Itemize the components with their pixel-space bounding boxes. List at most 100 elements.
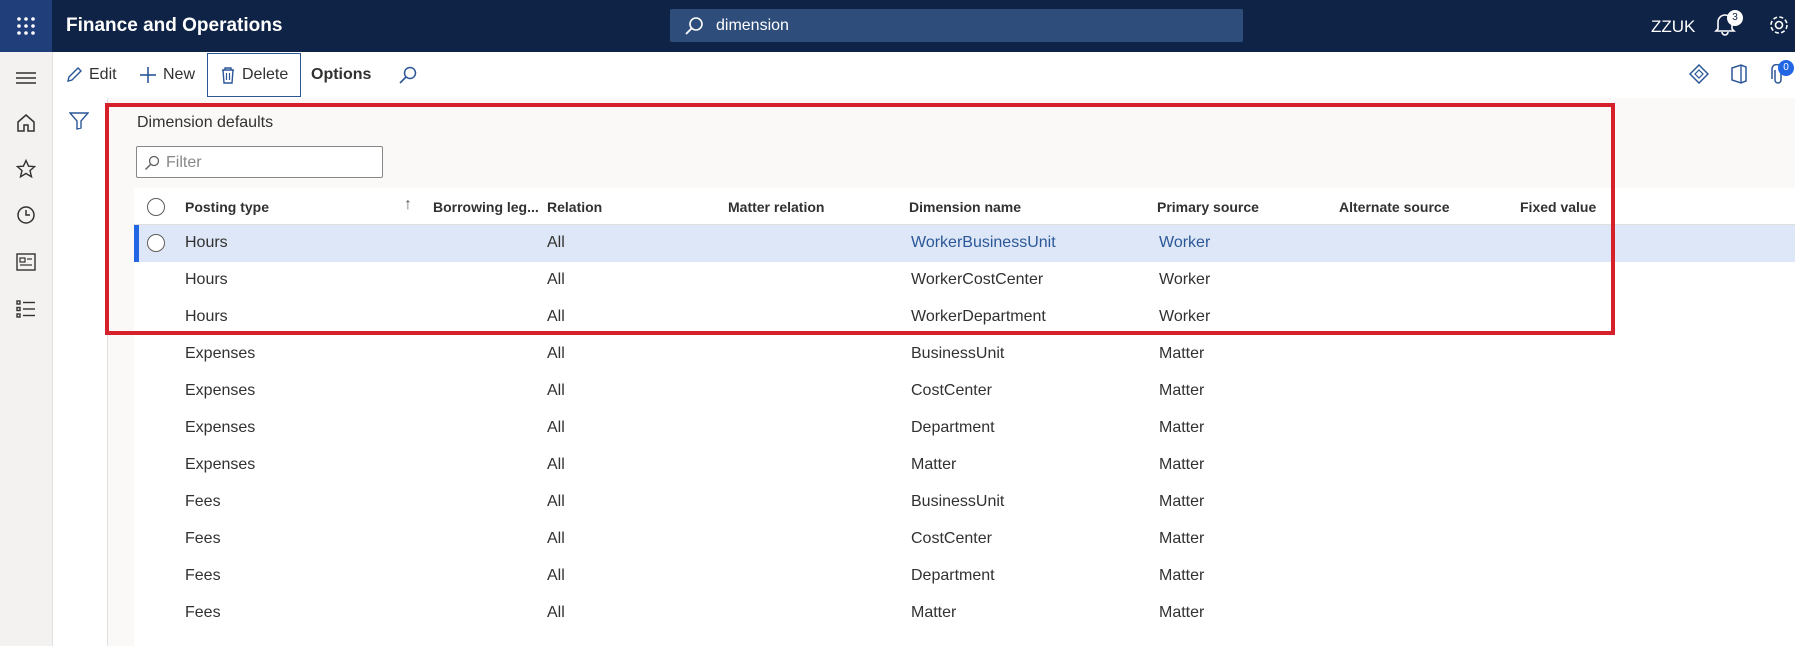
posting-type-cell[interactable]: Fees: [185, 567, 221, 585]
dimension-name-cell[interactable]: CostCenter: [911, 382, 992, 400]
primary-source-cell[interactable]: Matter: [1159, 345, 1204, 363]
trash-icon: [222, 67, 234, 84]
primary-source-cell[interactable]: Matter: [1159, 382, 1204, 400]
primary-source-cell[interactable]: Worker: [1159, 308, 1210, 326]
relation-cell[interactable]: All: [547, 530, 565, 548]
dimension-name-cell[interactable]: Matter: [911, 604, 956, 622]
plus-icon: [140, 67, 156, 83]
dimension-name-cell[interactable]: Department: [911, 419, 995, 437]
office-icon[interactable]: [1730, 64, 1748, 89]
posting-type-cell[interactable]: Hours: [185, 271, 228, 289]
primary-source-cell[interactable]: Matter: [1159, 493, 1204, 511]
posting-type-cell[interactable]: Fees: [185, 493, 221, 511]
new-label: New: [163, 66, 196, 83]
posting-type-cell[interactable]: Expenses: [185, 345, 255, 363]
table-row[interactable]: Expenses All CostCenter Matter: [134, 373, 1795, 410]
posting-type-cell[interactable]: Hours: [185, 308, 228, 326]
table-row[interactable]: Hours All WorkerDepartment Worker: [134, 299, 1795, 336]
table-row[interactable]: Hours All WorkerBusinessUnit Worker: [134, 225, 1795, 262]
select-all-radio[interactable]: [147, 198, 165, 216]
hamburger-menu-icon[interactable]: [13, 65, 39, 91]
primary-source-cell[interactable]: Matter: [1159, 419, 1204, 437]
table-row[interactable]: Hours All WorkerCostCenter Worker: [134, 262, 1795, 299]
delete-label: Delete: [242, 66, 289, 83]
relation-cell[interactable]: All: [547, 308, 565, 326]
primary-source-cell[interactable]: Matter: [1159, 456, 1204, 474]
column-header-alternate-source[interactable]: Alternate source: [1339, 199, 1449, 215]
delete-button[interactable]: Delete: [207, 53, 302, 97]
table-row[interactable]: Fees All BusinessUnit Matter: [134, 484, 1795, 521]
find-action-search-icon[interactable]: [398, 52, 418, 98]
recent-clock-icon[interactable]: [13, 202, 39, 228]
relation-cell[interactable]: All: [547, 456, 565, 474]
primary-source-cell[interactable]: Worker: [1159, 234, 1210, 252]
relation-cell[interactable]: All: [547, 382, 565, 400]
relation-cell[interactable]: All: [547, 234, 565, 252]
relation-cell[interactable]: All: [547, 345, 565, 363]
modules-list-icon[interactable]: [13, 296, 39, 322]
column-header-matter-relation[interactable]: Matter relation: [728, 199, 824, 215]
app-launcher-icon[interactable]: [0, 0, 52, 52]
column-header-dimension-name[interactable]: Dimension name: [909, 199, 1021, 215]
column-header-posting-type[interactable]: Posting type: [185, 199, 269, 215]
attachments-paperclip-icon[interactable]: 0: [1769, 60, 1794, 91]
top-bar: Finance and Operations dimension ZZUK 3: [0, 0, 1795, 52]
relation-cell[interactable]: All: [547, 567, 565, 585]
relation-cell[interactable]: All: [547, 493, 565, 511]
favorites-star-icon[interactable]: [13, 156, 39, 182]
grid-filter-input[interactable]: Filter: [136, 146, 383, 178]
relation-cell[interactable]: All: [547, 419, 565, 437]
posting-type-cell[interactable]: Expenses: [185, 382, 255, 400]
new-button[interactable]: New: [139, 52, 195, 98]
dimension-name-cell[interactable]: BusinessUnit: [911, 493, 1004, 511]
notifications-bell-icon[interactable]: 3: [1714, 10, 1743, 41]
relation-cell[interactable]: All: [547, 271, 565, 289]
power-apps-diamond-icon[interactable]: [1688, 63, 1710, 89]
filter-pane: [53, 98, 108, 646]
company-picker[interactable]: ZZUK: [1651, 17, 1695, 37]
primary-source-cell[interactable]: Worker: [1159, 271, 1210, 289]
column-header-relation[interactable]: Relation: [547, 199, 602, 215]
column-header-primary-source[interactable]: Primary source: [1157, 199, 1259, 215]
column-header-borrowing-legal-entity[interactable]: Borrowing leg...: [433, 199, 539, 215]
dimension-name-cell[interactable]: Department: [911, 567, 995, 585]
table-row[interactable]: Fees All Department Matter: [134, 558, 1795, 595]
filter-funnel-icon[interactable]: [68, 112, 90, 135]
table-row[interactable]: Expenses All Matter Matter: [134, 447, 1795, 484]
row-select-radio[interactable]: [147, 234, 165, 252]
dimension-defaults-grid: Posting type ↑ Borrowing leg... Relation…: [134, 188, 1795, 646]
posting-type-cell[interactable]: Expenses: [185, 419, 255, 437]
dimension-name-cell[interactable]: WorkerDepartment: [911, 308, 1046, 326]
table-row[interactable]: Expenses All Department Matter: [134, 410, 1795, 447]
options-tab[interactable]: Options: [311, 52, 371, 98]
posting-type-cell[interactable]: Hours: [185, 234, 228, 252]
column-header-fixed-value[interactable]: Fixed value: [1520, 199, 1596, 215]
attachments-count-badge: 0: [1778, 60, 1794, 76]
primary-source-cell[interactable]: Matter: [1159, 530, 1204, 548]
workspaces-icon[interactable]: [13, 249, 39, 275]
home-icon[interactable]: [13, 110, 39, 136]
pencil-icon: [67, 67, 82, 82]
app-title[interactable]: Finance and Operations: [66, 15, 282, 37]
search-input[interactable]: dimension: [670, 9, 1243, 42]
dimension-name-cell[interactable]: CostCenter: [911, 530, 992, 548]
action-pane: Edit New Delete Options 0: [53, 52, 1795, 99]
posting-type-cell[interactable]: Fees: [185, 530, 221, 548]
dimension-name-cell[interactable]: Matter: [911, 456, 956, 474]
table-row[interactable]: Fees All CostCenter Matter: [134, 521, 1795, 558]
posting-type-cell[interactable]: Fees: [185, 604, 221, 622]
relation-cell[interactable]: All: [547, 604, 565, 622]
search-value[interactable]: dimension: [716, 17, 789, 35]
posting-type-cell[interactable]: Expenses: [185, 456, 255, 474]
table-row[interactable]: Expenses All BusinessUnit Matter: [134, 336, 1795, 373]
settings-gear-icon[interactable]: [1768, 14, 1790, 41]
dimension-name-cell[interactable]: WorkerBusinessUnit: [911, 234, 1056, 252]
primary-source-cell[interactable]: Matter: [1159, 604, 1204, 622]
dimension-name-cell[interactable]: WorkerCostCenter: [911, 271, 1043, 289]
table-row[interactable]: Fees All Matter Matter: [134, 595, 1795, 632]
primary-source-cell[interactable]: Matter: [1159, 567, 1204, 585]
dimension-name-cell[interactable]: BusinessUnit: [911, 345, 1004, 363]
edit-button[interactable]: Edit: [65, 52, 117, 98]
edit-label: Edit: [89, 66, 117, 83]
sort-ascending-icon[interactable]: ↑: [404, 196, 412, 214]
